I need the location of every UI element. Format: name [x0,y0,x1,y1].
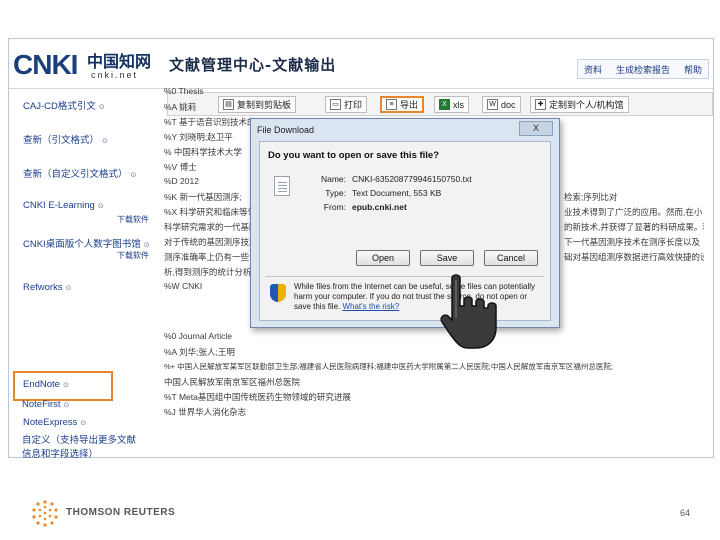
help-icon[interactable]: ⊙ [144,241,150,249]
logo-cnki-text: CNKI [13,49,78,80]
logo-chinese-text: 中国知网 [87,52,152,71]
sidebar-item-label: 查新（自定义引文格式） [23,169,128,180]
sidebar-item-label: NoteExpress [23,417,78,428]
citation-line: %T 基于语音识别技术的 [164,117,256,127]
sidebar-item-label: 信息和字段选择） [22,449,99,460]
citation-line: 中国人民解放军南京军区福州总医院 [164,377,301,387]
text-file-icon [274,176,290,196]
cnki-logo[interactable]: CNKI 中国知网 cnki.net [13,45,163,85]
cancel-button[interactable]: Cancel [484,250,538,266]
sidebar-item-elearning[interactable]: CNKI E-Learning ⊙ [23,200,104,211]
citation-line: %A 刘华;张人;王明 [164,347,235,357]
dialog-title: File Download [257,125,315,135]
citation-line: 对于传统的基因测序技术 [164,237,258,247]
header-link-report[interactable]: 生成检索报告 [616,63,670,76]
citation-line: %+ 中国人民解放军某军区联勤部卫生部;福建省人民医院病理科;福建中医药大学附属… [164,362,613,371]
open-button[interactable]: Open [356,250,410,266]
logo-domain-text: cnki.net [91,70,139,80]
header-links: 资料 生成检索报告 帮助 [576,59,709,79]
sidebar-item-refworks[interactable]: Refworks ⊙ [23,282,71,293]
file-from-label: From: [323,202,346,212]
citation-line: %A 姚莉 [164,102,197,112]
security-shield-icon [270,284,286,302]
sidebar-item-endnote[interactable]: EndNote ⊙ [23,379,69,390]
site-header: CNKI 中国知网 cnki.net 文献管理中心-文献输出 资料 生成检索报告… [9,39,713,89]
hand-pointer-icon [440,274,497,349]
dialog-question: Do you want to open or save this file? [268,150,440,161]
sidebar-item-chaxin-custom[interactable]: 查新（自定义引文格式） ⊙ [23,166,136,180]
thomson-reuters-logo-icon [32,500,58,527]
help-icon[interactable]: ⊙ [63,381,69,389]
footer-brand: THOMSON REUTERS [66,507,176,518]
help-icon[interactable]: ⊙ [80,419,86,427]
citation-line: %T Meta基因组中国传统医药生物领域的研究进展 [164,392,351,402]
sidebar-item-label: NoteFirst [22,399,61,410]
sidebar-item-label: CAJ-CD格式引文 [23,101,96,112]
citation-line: %K 新一代基因测序; [164,192,242,202]
citation-fragment: 检索;序列比对 [564,192,618,202]
citation-fragment: 础对基因组测序数据进行高效快捷的设计分 [564,252,704,262]
citation-line: 科学研究需求的一代基因 [164,222,258,232]
sidebar-item-noteexpress[interactable]: NoteExpress ⊙ [23,417,86,428]
sidebar-item-label: CNKI桌面版个人数字图书馆 [23,239,141,250]
sidebar-item-label: CNKI E-Learning [23,200,95,211]
sidebar-item-caj-cd[interactable]: CAJ-CD格式引文 ⊙ [23,98,105,112]
sidebar-item-notefirst[interactable]: NoteFirst ⊙ [22,399,69,410]
download-software-link[interactable]: 下载软件 [117,250,149,261]
help-icon[interactable]: ⊙ [98,202,104,210]
header-link-materials[interactable]: 资料 [584,63,602,76]
sidebar-item-label: Refworks [23,282,63,293]
citation-line: %Y 刘晓明;赵卫平 [164,132,233,142]
file-download-dialog: File Download X Do you want to open or s… [250,118,560,328]
download-software-link[interactable]: 下载软件 [117,214,149,225]
sidebar-item-label: 查新（引文格式） [23,135,100,146]
citation-line: %D 2012 [164,176,199,186]
help-icon[interactable]: ⊙ [102,137,108,145]
sidebar-item-custom-cont[interactable]: 信息和字段选择） [22,446,98,460]
sidebar-item-label: 自定义（支持导出更多文献 [22,435,137,446]
citation-fragment: 业技术得到了广泛的应用。然而,在小 [564,207,703,217]
citation-fragment: 下一代基因测序技术在测序长度以及 [564,237,701,247]
citation-line: %J 世界华人消化杂志 [164,407,247,417]
citation-line: %W CNKI [164,281,203,291]
citation-line: % 中国科学技术大学 [164,147,242,157]
file-type-value: Text Document, 553 KB [352,188,442,198]
help-icon[interactable]: ⊙ [64,401,70,409]
file-name-label: Name: [320,174,346,184]
file-from-value: epub.cnki.net [352,202,407,212]
file-type-label: Type: [325,188,346,198]
citation-line: %V 博士 [164,162,197,172]
file-name-value: CNKI-635208779946150750.txt [352,174,472,184]
help-icon[interactable]: ⊙ [66,284,72,292]
citation-line: %0 Thesis [164,86,204,96]
citation-line: %0 Journal Article [164,331,233,341]
page-title: 文献管理中心-文献输出 [169,56,337,74]
help-icon[interactable]: ⊙ [131,171,137,179]
sidebar-item-chaxin[interactable]: 查新（引文格式） ⊙ [23,132,108,146]
close-button[interactable]: X [519,121,553,136]
sidebar-item-label: EndNote [23,379,60,390]
page-number: 64 [680,508,691,518]
risk-link[interactable]: What's the risk? [342,302,399,311]
sidebar-item-desktop-library[interactable]: CNKI桌面版个人数字图书馆 ⊙ [23,236,150,250]
citation-line: 析,得到测序的统计分析 [164,267,252,277]
header-link-help[interactable]: 帮助 [684,63,702,76]
citation-line: 测序准确率上仍有一些 [164,252,250,262]
citation-fragment: 的新技术,并获得了显著的科研成果。利 [564,222,704,232]
help-icon[interactable]: ⊙ [99,103,105,111]
save-button[interactable]: Save [420,250,474,266]
sidebar-item-custom[interactable]: 自定义（支持导出更多文献 [22,432,136,446]
